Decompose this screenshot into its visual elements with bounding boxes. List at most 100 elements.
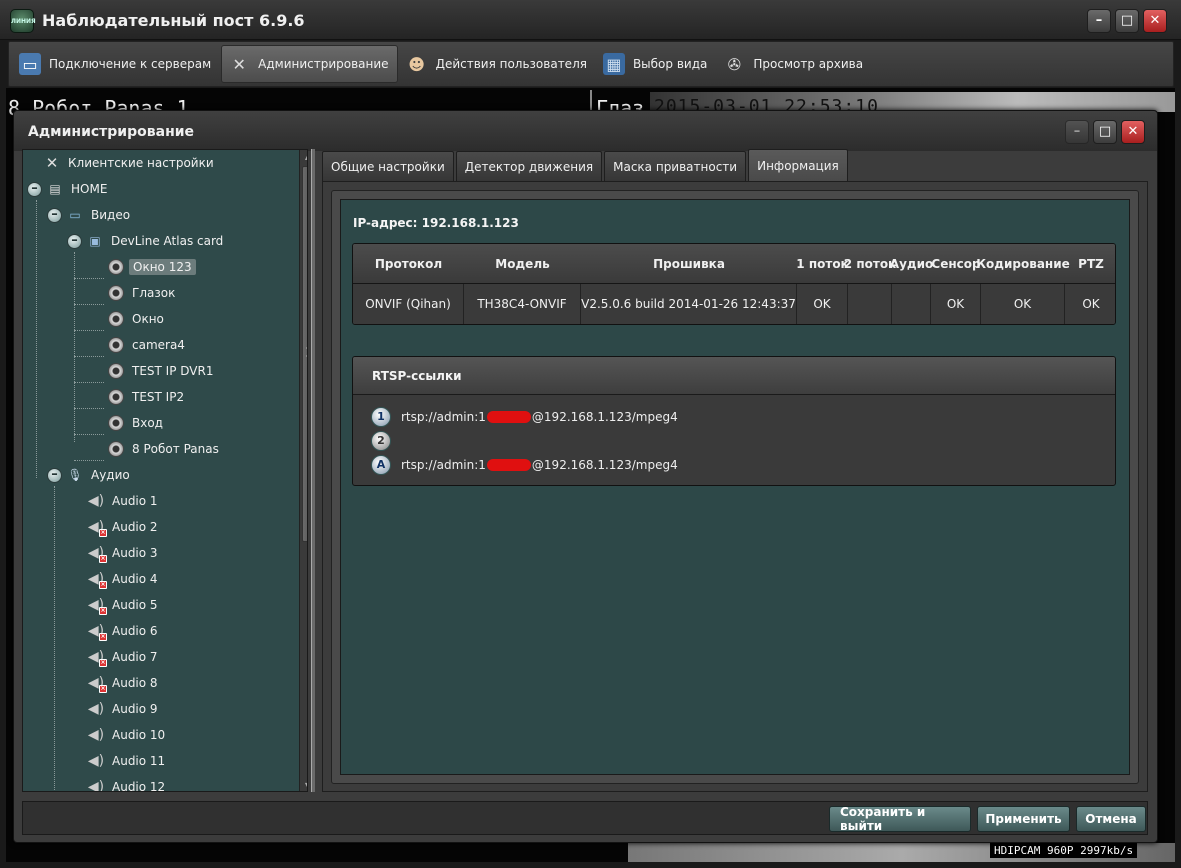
speaker-icon: ◀) [87, 753, 105, 769]
tree-item-label: Audio 11 [112, 754, 166, 768]
header-protocol: Протокол [374, 257, 443, 271]
tree-item-audio[interactable]: – 🎙 Аудио [47, 465, 133, 485]
tree-item-label: Клиентские настройки [68, 156, 214, 170]
cancel-button[interactable]: Отмена [1076, 806, 1146, 832]
tree-item-camera[interactable]: camera4 [107, 335, 188, 355]
rtsp-link-row[interactable]: 1 rtsp://admin:1 @192.168.1.123/mpeg4 [371, 406, 678, 428]
collapse-icon[interactable]: – [47, 207, 62, 223]
tree-item-camera[interactable]: 8 Робот Panas [107, 439, 222, 459]
tab-motion-detector[interactable]: Детектор движения [455, 151, 603, 181]
tree-item-label: TEST IP2 [132, 390, 185, 404]
tab-general-settings[interactable]: Общие настройки [322, 151, 454, 181]
tree-item-devline-card[interactable]: – ▣ DevLine Atlas card [67, 231, 226, 251]
toolbar-connect-servers-label: Подключение к серверам [49, 57, 212, 71]
tree-item-audio-channel[interactable]: ◀) Audio 10 [87, 725, 168, 745]
tab-information[interactable]: Информация [748, 149, 848, 181]
speaker-icon: ◀) [87, 493, 105, 509]
toolbar-user-actions[interactable]: ☻ Действия пользователя [400, 45, 595, 83]
toolbar-administration[interactable]: ✕ Администрирование [221, 45, 398, 83]
scrollbar-thumb[interactable] [302, 166, 307, 542]
server-icon: ▤ [49, 182, 61, 196]
tree-item-label: Audio 7 [112, 650, 158, 664]
tree-item-label: Видео [91, 208, 131, 222]
dialog-minimize-button[interactable]: – [1065, 120, 1089, 144]
collapse-icon[interactable]: – [47, 467, 62, 483]
camera-icon [108, 311, 124, 327]
table-row: ONVIF (Qihan) TH38C4-ONVIF V2.5.0.6 buil… [353, 284, 1115, 324]
tree-item-label: Окно 123 [129, 259, 196, 275]
tree-item-audio-channel[interactable]: ◀) × Audio 2 [87, 517, 161, 537]
tree-item-label: Audio 5 [112, 598, 158, 612]
tree-item-label: Audio 1 [112, 494, 158, 508]
close-button[interactable]: ✕ [1143, 9, 1167, 33]
redaction-mark [486, 411, 531, 423]
tree-item-label: 8 Робот Panas [132, 442, 219, 456]
toolbar-administration-label: Администрирование [258, 57, 389, 71]
information-panel: IP-адрес: 192.168.1.123 Протокол Модель … [340, 199, 1130, 775]
film-reel-icon: ✇ [727, 54, 742, 74]
dialog-close-button[interactable]: ✕ [1121, 120, 1145, 144]
maximize-button[interactable]: □ [1115, 9, 1139, 33]
user-icon: ☻ [408, 54, 425, 74]
toolbar-connect-servers[interactable]: ▭ Подключение к серверам [13, 45, 219, 83]
tree-item-label: Audio 8 [112, 676, 158, 690]
tree-item-label: Глазок [132, 286, 176, 300]
administration-dialog: Администрирование – □ ✕ ✕ Клиентские нас… [13, 110, 1158, 843]
rtsp-links-panel: RTSP-ссылки 1 rtsp://admin:1 @192.168.1.1… [352, 356, 1116, 486]
tree-item-label: TEST IP DVR1 [132, 364, 214, 378]
tab-privacy-mask[interactable]: Маска приватности [604, 151, 747, 181]
toolbar-archive-view[interactable]: ✇ Просмотр архива [717, 45, 871, 83]
cell-sensor: OK [931, 284, 981, 324]
save-and-exit-button[interactable]: Сохранить и выйти [829, 805, 971, 833]
tree-item-label: Аудио [91, 468, 130, 482]
tree-item-audio-channel[interactable]: ◀) × Audio 5 [87, 595, 161, 615]
apply-button[interactable]: Применить [977, 806, 1070, 832]
tree-item-audio-channel[interactable]: ◀) × Audio 6 [87, 621, 161, 641]
tree-item-audio-channel[interactable]: ◀) Audio 12 [87, 777, 168, 792]
tree-item-label: Audio 3 [112, 546, 158, 560]
cell-stream1: OK [797, 284, 848, 324]
tree-item-camera[interactable]: Глазок [107, 283, 178, 303]
tree-scrollbar[interactable]: ▲ ▼ [299, 150, 307, 791]
tree-item-label: HOME [71, 182, 108, 196]
rtsp-link-prefix: rtsp://admin:1 [401, 410, 486, 424]
scroll-up-icon[interactable]: ▲ [300, 150, 307, 164]
header-model: Модель [495, 257, 550, 271]
tree-item-audio-channel[interactable]: ◀) Audio 11 [87, 751, 168, 771]
collapse-icon[interactable]: – [67, 233, 82, 249]
panel-splitter[interactable] [311, 149, 315, 792]
tree-item-home[interactable]: – ▤ HOME [27, 179, 110, 199]
tree-item-camera[interactable]: TEST IP2 [107, 387, 187, 407]
minimize-button[interactable]: – [1087, 9, 1111, 33]
app-logo-icon: ЛИНИЯ [10, 9, 36, 33]
tree-item-video[interactable]: – ▭ Видео [47, 205, 133, 225]
tree-item-camera[interactable]: TEST IP DVR1 [107, 361, 216, 381]
speaker-icon: ◀) [87, 727, 105, 743]
capture-card-icon: ▣ [89, 234, 101, 248]
tree-item-audio-channel[interactable]: ◀) × Audio 3 [87, 543, 161, 563]
tree-item-audio-channel[interactable]: ◀) Audio 9 [87, 699, 161, 719]
cell-audio [892, 284, 931, 324]
tree-item-label: Audio 12 [112, 780, 166, 792]
main-titlebar: ЛИНИЯ Наблюдательный пост 6.9.6 – □ ✕ [0, 0, 1181, 40]
tree-item-audio-channel[interactable]: ◀) Audio 1 [87, 491, 161, 511]
tree-item-audio-channel[interactable]: ◀) × Audio 4 [87, 569, 161, 589]
tree-item-audio-channel[interactable]: ◀) × Audio 7 [87, 647, 161, 667]
cell-model: TH38C4-ONVIF [464, 284, 581, 324]
rtsp-link-row[interactable]: 2 [371, 430, 401, 452]
scroll-down-icon[interactable]: ▼ [300, 779, 307, 791]
tree-item-camera[interactable]: Вход [107, 413, 166, 433]
tree-item-audio-channel[interactable]: ◀) × Audio 8 [87, 673, 161, 693]
collapse-icon[interactable]: – [27, 181, 42, 197]
rtsp-link-row[interactable]: A rtsp://admin:1 @192.168.1.123/mpeg4 [371, 454, 678, 476]
header-sensor: Сенсор [931, 257, 981, 271]
dialog-maximize-button[interactable]: □ [1093, 120, 1117, 144]
tree-item-camera[interactable]: Окно 123 [107, 257, 196, 277]
tree-item-label: Audio 4 [112, 572, 158, 586]
toolbar-view-select[interactable]: ▦ Выбор вида [597, 45, 715, 83]
camera-icon [108, 285, 124, 301]
grid-icon: ▦ [602, 53, 625, 75]
tree-item-camera[interactable]: Окно [107, 309, 167, 329]
stream-1-icon: 1 [371, 407, 391, 427]
tree-item-client-settings[interactable]: ✕ Клиентские настройки [43, 153, 217, 173]
